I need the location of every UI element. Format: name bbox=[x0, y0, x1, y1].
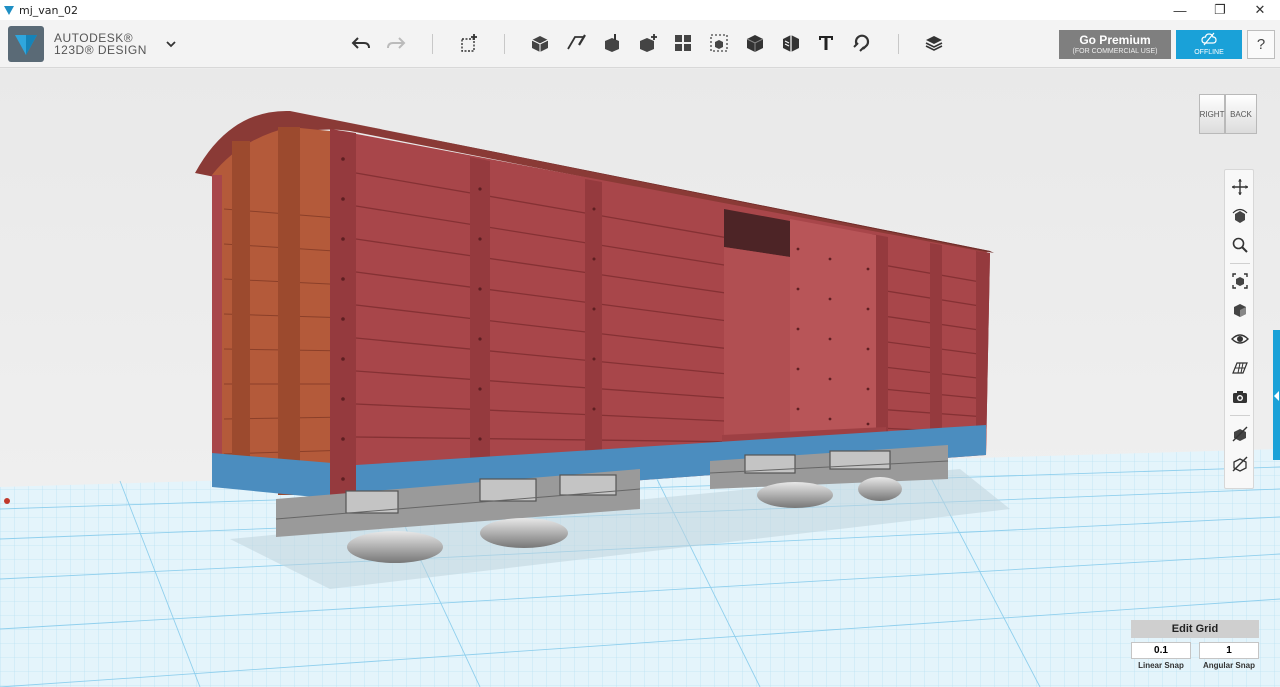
title-bar: mj_van_02 — ❐ ✕ bbox=[0, 0, 1280, 20]
group-icon bbox=[675, 35, 691, 51]
viewcube-back-face[interactable]: BACK bbox=[1225, 94, 1257, 134]
close-button[interactable]: ✕ bbox=[1240, 0, 1280, 20]
materials-button[interactable] bbox=[1229, 423, 1251, 445]
visibility-button[interactable] bbox=[1229, 328, 1251, 350]
chevron-down-icon[interactable] bbox=[164, 37, 178, 51]
pan-icon bbox=[1232, 179, 1248, 195]
combine-button[interactable] bbox=[707, 31, 731, 55]
primitives-icon bbox=[461, 34, 477, 52]
combine-icon bbox=[710, 34, 728, 52]
measure-button[interactable] bbox=[743, 31, 767, 55]
pattern-button[interactable] bbox=[636, 31, 660, 55]
zoom-icon bbox=[1232, 237, 1248, 253]
outline-icon bbox=[1232, 456, 1248, 472]
minimize-button[interactable]: — bbox=[1160, 0, 1200, 20]
view-cube[interactable]: RIGHT BACK bbox=[1199, 90, 1257, 140]
text-button[interactable] bbox=[814, 31, 838, 55]
construct-button[interactable] bbox=[564, 31, 588, 55]
help-button[interactable]: ? bbox=[1247, 30, 1275, 59]
viewcube-right-face[interactable]: RIGHT bbox=[1199, 94, 1225, 134]
brand-product: 123D® DESIGN bbox=[54, 43, 147, 57]
edit-grid-panel: Edit Grid 0.1 1 Linear Snap Angular Snap bbox=[1131, 620, 1259, 680]
go-premium-button[interactable]: Go Premium (FOR COMMERCIAL USE) bbox=[1059, 30, 1171, 59]
main-toolbar: AUTODESK® 123D® DESIGN Go Premium (FOR C… bbox=[0, 20, 1280, 68]
camera-icon bbox=[1233, 391, 1247, 403]
3d-viewport[interactable]: RIGHT BACK Edit Grid 0.1 1 Linear Snap A… bbox=[0, 69, 1280, 687]
pan-button[interactable] bbox=[1229, 176, 1251, 198]
navigation-bar bbox=[1224, 169, 1254, 489]
snap-button[interactable] bbox=[850, 31, 874, 55]
layers-button[interactable] bbox=[922, 31, 946, 55]
autodesk-logo-icon bbox=[8, 26, 44, 62]
measure-icon bbox=[746, 35, 764, 52]
zoom-button[interactable] bbox=[1229, 234, 1251, 256]
material-icon bbox=[783, 35, 799, 52]
offline-cloud-icon bbox=[1201, 32, 1217, 46]
grid-icon bbox=[1232, 362, 1248, 374]
app-logo-icon bbox=[4, 6, 14, 15]
edit-grid-button[interactable]: Edit Grid bbox=[1131, 620, 1259, 638]
linear-snap-label: Linear Snap bbox=[1138, 661, 1184, 670]
orbit-icon bbox=[1232, 208, 1248, 223]
group-button[interactable] bbox=[671, 31, 695, 55]
text-icon bbox=[819, 36, 833, 50]
undo-button[interactable] bbox=[349, 31, 373, 55]
chevron-left-icon bbox=[1274, 391, 1279, 401]
grid-button[interactable] bbox=[1229, 357, 1251, 379]
outline-button[interactable] bbox=[1229, 453, 1251, 475]
orbit-button[interactable] bbox=[1229, 205, 1251, 227]
modify-icon bbox=[605, 34, 619, 52]
offline-label: OFFLINE bbox=[1194, 49, 1224, 56]
view-button[interactable] bbox=[1229, 299, 1251, 321]
snap-icon bbox=[853, 34, 870, 52]
fit-button[interactable] bbox=[1229, 270, 1251, 292]
sketch-button[interactable] bbox=[528, 31, 552, 55]
primitives-button[interactable] bbox=[457, 31, 481, 55]
scene-canvas bbox=[0, 69, 1280, 687]
material-button[interactable] bbox=[779, 31, 803, 55]
modify-button[interactable] bbox=[600, 31, 624, 55]
linear-snap-input[interactable]: 0.1 bbox=[1131, 642, 1191, 659]
undo-icon bbox=[351, 37, 370, 49]
view-icon bbox=[1234, 304, 1246, 317]
redo-button[interactable] bbox=[384, 31, 408, 55]
premium-title: Go Premium bbox=[1079, 33, 1151, 47]
premium-subtitle: (FOR COMMERCIAL USE) bbox=[1072, 48, 1158, 55]
layers-icon bbox=[925, 36, 943, 51]
pattern-icon bbox=[640, 34, 657, 52]
offline-button[interactable]: OFFLINE bbox=[1176, 30, 1242, 59]
angular-snap-input[interactable]: 1 bbox=[1199, 642, 1259, 659]
angular-snap-label: Angular Snap bbox=[1202, 661, 1255, 670]
materials-icon bbox=[1232, 426, 1248, 442]
window-title: mj_van_02 bbox=[19, 3, 78, 17]
fit-icon bbox=[1232, 273, 1248, 289]
app-brand[interactable]: AUTODESK® 123D® DESIGN bbox=[8, 26, 147, 62]
construct-icon bbox=[567, 34, 586, 50]
visibility-icon bbox=[1231, 334, 1249, 344]
maximize-button[interactable]: ❐ bbox=[1200, 0, 1240, 20]
sketch-icon bbox=[531, 36, 549, 52]
camera-button[interactable] bbox=[1229, 386, 1251, 408]
redo-icon bbox=[387, 37, 406, 49]
